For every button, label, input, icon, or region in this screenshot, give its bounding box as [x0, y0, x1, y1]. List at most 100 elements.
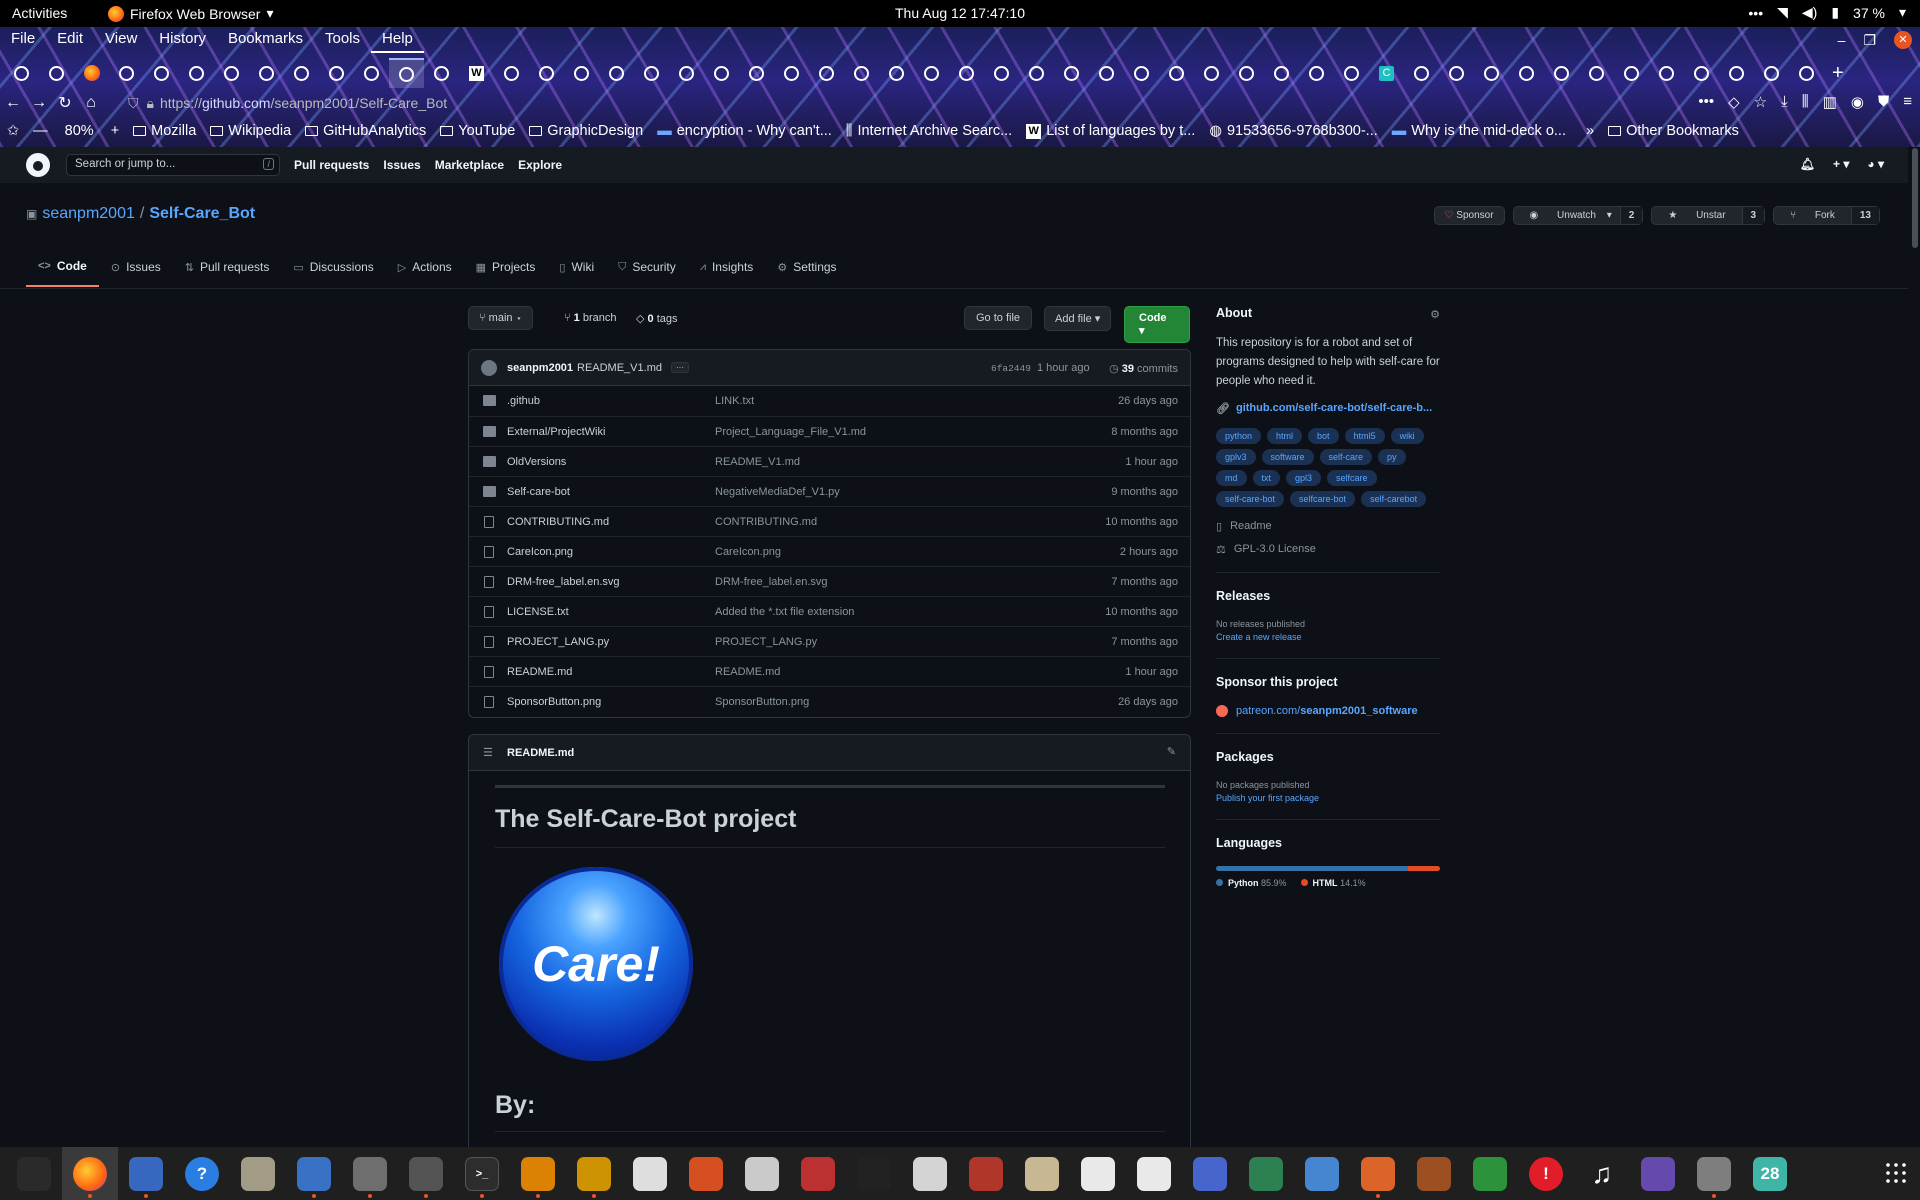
home-icon[interactable]: ⌂: [78, 94, 104, 112]
file-name[interactable]: DRM-free_label.en.svg: [507, 576, 620, 588]
tab-security[interactable]: ⛉ Security: [606, 253, 688, 287]
chevron-down-icon[interactable]: ▾: [1899, 4, 1906, 21]
language-item[interactable]: Python 85.9%: [1216, 878, 1287, 888]
dock-item[interactable]: [398, 1147, 454, 1200]
homepage-link[interactable]: 🔗︎ github.com/self-care-bot/self-care-b..…: [1216, 402, 1440, 415]
dock-item[interactable]: [1126, 1147, 1182, 1200]
restore-icon[interactable]: ❐: [1863, 32, 1876, 49]
table-row[interactable]: OldVersions README_V1.md 1 hour ago: [469, 446, 1190, 476]
tracking-shield-icon[interactable]: ⛉: [128, 95, 139, 112]
tags-link[interactable]: ◇ 0 tags: [636, 312, 678, 325]
fork-button[interactable]: ⑂ Fork: [1774, 207, 1851, 224]
bookmark-item[interactable]: ⫼ Internet Archive Searc...: [839, 123, 1019, 139]
file-name[interactable]: Self-care-bot: [507, 486, 570, 498]
system-tray[interactable]: ••• ◥ ◀) ▮ 37 % ▾: [1748, 4, 1906, 21]
topic-tag[interactable]: md: [1216, 470, 1247, 486]
dock-item[interactable]: [286, 1147, 342, 1200]
menu-bookmarks[interactable]: Bookmarks: [217, 27, 314, 53]
readme-link[interactable]: ▯ Readme: [1216, 520, 1440, 533]
browser-tab[interactable]: [249, 58, 284, 88]
dock-item[interactable]: [678, 1147, 734, 1200]
dock-item[interactable]: [1182, 1147, 1238, 1200]
minimize-icon[interactable]: –: [1838, 32, 1846, 48]
browser-tab[interactable]: [1649, 58, 1684, 88]
browser-tab-active[interactable]: [389, 58, 424, 88]
tab-settings[interactable]: ⚙ Settings: [765, 253, 848, 287]
browser-tab[interactable]: [739, 58, 774, 88]
app-menu[interactable]: Firefox Web Browser ▾: [108, 5, 273, 22]
table-row[interactable]: README.md README.md 1 hour ago: [469, 656, 1190, 686]
unwatch-button[interactable]: ◉ Unwatch ▾: [1514, 207, 1620, 224]
topic-tag[interactable]: html5: [1344, 428, 1385, 444]
page-actions-icon[interactable]: •••: [1698, 93, 1714, 111]
search-input[interactable]: Search or jump to... /: [66, 154, 280, 176]
zoom-level[interactable]: 80%: [55, 123, 104, 139]
browser-tab[interactable]: [844, 58, 879, 88]
file-commit-message[interactable]: README.md: [715, 666, 780, 678]
browser-tab[interactable]: [354, 58, 389, 88]
browser-tab[interactable]: [1054, 58, 1089, 88]
fork-count[interactable]: 13: [1850, 207, 1879, 224]
bell-icon[interactable]: 🔔︎: [1800, 157, 1815, 171]
activities-button[interactable]: Activities: [12, 5, 67, 21]
topic-tag[interactable]: selfcare-bot: [1290, 491, 1356, 507]
browser-tab[interactable]: [1229, 58, 1264, 88]
star-count[interactable]: 3: [1741, 207, 1765, 224]
github-logo-icon[interactable]: [26, 153, 50, 177]
dock-item[interactable]: [734, 1147, 790, 1200]
browser-tab[interactable]: [1194, 58, 1229, 88]
volume-icon[interactable]: ◀): [1802, 4, 1817, 21]
browser-tab[interactable]: [1579, 58, 1614, 88]
language-item[interactable]: HTML 14.1%: [1300, 878, 1366, 888]
topic-tag[interactable]: self-carebot: [1361, 491, 1427, 507]
star-icon[interactable]: ☆: [1754, 93, 1767, 111]
file-name[interactable]: External/ProjectWiki: [507, 426, 605, 438]
browser-tab[interactable]: [1264, 58, 1299, 88]
dock-item[interactable]: [1238, 1147, 1294, 1200]
commit-expand-button[interactable]: ···: [671, 362, 689, 373]
more-bookmarks-icon[interactable]: »: [1579, 123, 1601, 139]
tab-discussions[interactable]: ▭ Discussions: [281, 253, 385, 287]
repo-owner-link[interactable]: seanpm2001: [42, 205, 135, 223]
browser-tab[interactable]: [1124, 58, 1159, 88]
browser-tab[interactable]: [284, 58, 319, 88]
bookmark-item[interactable]: W List of languages by t...: [1019, 123, 1202, 139]
pencil-icon[interactable]: ✎: [1167, 745, 1176, 758]
menu-tools[interactable]: Tools: [314, 27, 371, 53]
forward-icon[interactable]: →: [26, 94, 52, 112]
nav-explore[interactable]: Explore: [518, 158, 562, 172]
browser-tab[interactable]: [599, 58, 634, 88]
pocket-icon[interactable]: ◇: [1728, 93, 1740, 111]
lock-icon[interactable]: 🔒︎: [147, 95, 154, 112]
table-row[interactable]: SponsorButton.png SponsorButton.png 26 day…: [469, 686, 1190, 716]
file-commit-message[interactable]: README_V1.md: [715, 456, 800, 468]
commit-hash[interactable]: 6fa2449: [991, 363, 1031, 374]
browser-tab[interactable]: [214, 58, 249, 88]
show-applications-icon[interactable]: [1884, 1161, 1908, 1185]
file-name[interactable]: README.md: [507, 666, 572, 678]
browser-tab[interactable]: [774, 58, 809, 88]
file-commit-message[interactable]: DRM-free_label.en.svg: [715, 576, 828, 588]
commit-message[interactable]: README_V1.md: [577, 362, 662, 374]
browser-tab[interactable]: [704, 58, 739, 88]
topic-tag[interactable]: self-care: [1319, 449, 1373, 465]
add-file-button[interactable]: Add file ▾: [1044, 306, 1112, 331]
dock-item[interactable]: [1462, 1147, 1518, 1200]
topic-tag[interactable]: py: [1378, 449, 1406, 465]
file-commit-message[interactable]: Project_Language_File_V1.md: [715, 426, 866, 438]
bookmark-item[interactable]: Mozilla: [126, 123, 203, 139]
browser-tab[interactable]: [1614, 58, 1649, 88]
dock-item[interactable]: [6, 1147, 62, 1200]
browser-tab[interactable]: W: [459, 58, 494, 88]
browser-tab[interactable]: [1719, 58, 1754, 88]
tab-insights[interactable]: ⩘ Insights: [688, 253, 766, 287]
browser-tab[interactable]: [879, 58, 914, 88]
dock-item[interactable]: [1070, 1147, 1126, 1200]
clock[interactable]: Thu Aug 12 17:47:10: [0, 5, 1920, 21]
list-icon[interactable]: ☰: [483, 746, 493, 759]
dock-item[interactable]: [1686, 1147, 1742, 1200]
dock-item[interactable]: [230, 1147, 286, 1200]
browser-tab[interactable]: [669, 58, 704, 88]
patreon-link[interactable]: patreon.com/seanpm2001_software: [1216, 705, 1440, 717]
new-tab-icon[interactable]: +: [1832, 62, 1844, 85]
